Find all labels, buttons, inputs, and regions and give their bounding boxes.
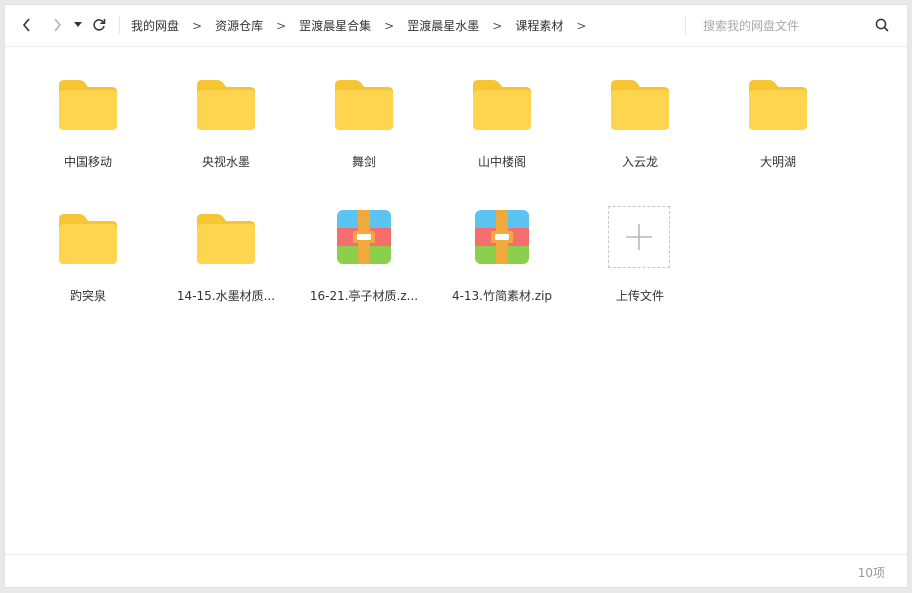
toolbar-divider <box>119 16 120 34</box>
file-name-label: 中国移动 <box>63 155 112 169</box>
breadcrumb-item-current[interactable]: 课程素材 <box>515 17 563 34</box>
history-dropdown-button[interactable] <box>71 15 85 35</box>
folder-icon <box>195 75 257 133</box>
file-browser-window: 我的网盘 > 资源仓库 > 罡渡晨星合集 > 罡渡晨星水墨 > 课程素材 > 中… <box>4 4 908 588</box>
folder-icon <box>57 209 119 267</box>
file-name-label: 入云龙 <box>621 155 658 169</box>
file-name-label: 舞剑 <box>351 155 376 169</box>
breadcrumb-separator: > <box>192 18 203 33</box>
folder-item[interactable]: 舞剑 <box>295 67 433 187</box>
breadcrumb-item[interactable]: 资源仓库 <box>215 17 263 34</box>
folder-item[interactable]: 中国移动 <box>19 67 157 187</box>
folder-item[interactable]: 大明湖 <box>709 67 847 187</box>
folder-item[interactable]: 入云龙 <box>571 67 709 187</box>
folder-icon <box>57 75 119 133</box>
folder-icon <box>333 75 395 133</box>
search-icon <box>875 18 889 32</box>
file-name-label: 山中楼阁 <box>477 155 526 169</box>
toolbar: 我的网盘 > 资源仓库 > 罡渡晨星合集 > 罡渡晨星水墨 > 课程素材 > <box>5 5 907 47</box>
breadcrumb: 我的网盘 > 资源仓库 > 罡渡晨星合集 > 罡渡晨星水墨 > 课程素材 > <box>131 5 599 46</box>
folder-item[interactable]: 趵突泉 <box>19 201 157 321</box>
file-name-label: 趵突泉 <box>69 289 106 303</box>
folder-item[interactable]: 14-15.水墨材质... <box>157 201 295 321</box>
breadcrumb-separator: > <box>384 18 395 33</box>
breadcrumb-separator: > <box>276 18 287 33</box>
file-name-label: 大明湖 <box>759 155 796 169</box>
back-button[interactable] <box>17 15 37 35</box>
search-input[interactable] <box>703 18 863 33</box>
search-box <box>703 5 899 46</box>
file-name-label: 14-15.水墨材质... <box>176 289 276 303</box>
zip-file-item[interactable]: 16-21.亭子材质.z... <box>295 201 433 321</box>
folder-icon <box>609 75 671 133</box>
zip-file-item[interactable]: 4-13.竹简素材.zip <box>433 201 571 321</box>
folder-icon <box>195 209 257 267</box>
chevron-left-icon <box>22 18 30 32</box>
folder-item[interactable]: 山中楼阁 <box>433 67 571 187</box>
breadcrumb-item-root[interactable]: 我的网盘 <box>131 17 179 34</box>
file-name-label: 16-21.亭子材质.z... <box>309 289 419 303</box>
zip-archive-icon <box>471 209 533 267</box>
zip-archive-icon <box>333 209 395 267</box>
upload-dropzone[interactable] <box>608 206 670 268</box>
plus-icon <box>626 224 652 250</box>
breadcrumb-item[interactable]: 罡渡晨星合集 <box>299 17 371 34</box>
folder-item[interactable]: 央视水墨 <box>157 67 295 187</box>
item-count: 10项 <box>857 566 885 580</box>
file-name-label: 央视水墨 <box>201 155 250 169</box>
folder-icon <box>471 75 533 133</box>
upload-file-button[interactable]: 上传文件 <box>571 201 709 321</box>
file-name-label: 4-13.竹简素材.zip <box>451 289 553 303</box>
caret-down-icon <box>74 22 82 27</box>
forward-button[interactable] <box>47 15 67 35</box>
folder-icon <box>747 75 809 133</box>
breadcrumb-item[interactable]: 罡渡晨星水墨 <box>407 17 479 34</box>
refresh-icon <box>93 19 106 31</box>
breadcrumb-separator: > <box>576 18 587 33</box>
search-button[interactable] <box>873 16 891 34</box>
search-divider <box>685 16 686 34</box>
status-bar: 10项 <box>5 554 907 587</box>
upload-label: 上传文件 <box>615 289 664 303</box>
refresh-button[interactable] <box>89 15 109 35</box>
chevron-right-icon <box>54 18 62 32</box>
breadcrumb-separator: > <box>492 18 503 33</box>
